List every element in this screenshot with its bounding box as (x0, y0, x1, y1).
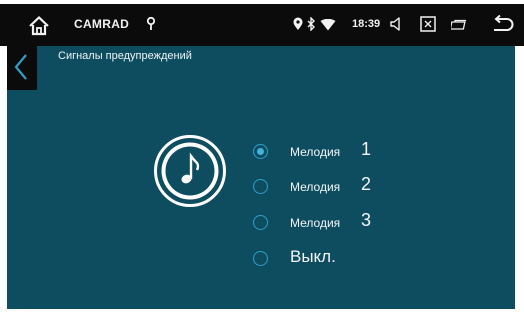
window-icon[interactable] (449, 18, 467, 30)
screen: CAMRAD 18:39 Сигналы предупреждений Мело… (0, 0, 524, 315)
location-icon (145, 16, 157, 32)
radio-button[interactable] (253, 251, 268, 266)
back-arrow-icon (14, 54, 27, 80)
option-label: Мелодия (290, 180, 341, 194)
option-label: Мелодия (290, 145, 341, 159)
bluetooth-icon (307, 16, 316, 32)
volume-icon[interactable] (389, 16, 405, 32)
radio-button[interactable] (253, 215, 268, 230)
option-label: Выкл. (290, 247, 336, 266)
wifi-icon (320, 18, 336, 31)
option-off[interactable]: Выкл. (250, 244, 430, 272)
music-note-icon (153, 134, 227, 208)
gps-icon (293, 17, 303, 31)
screenshot-icon[interactable] (420, 16, 436, 32)
clock: 18:39 (352, 18, 381, 30)
option-melody-3[interactable]: Мелодия 3 (250, 208, 430, 236)
page-title: Сигналы предупреждений (58, 50, 192, 62)
back-button[interactable] (7, 44, 37, 90)
option-label: Мелодия (290, 216, 341, 230)
home-icon[interactable] (28, 15, 50, 37)
option-number: 1 (361, 139, 372, 159)
radio-button[interactable] (253, 179, 268, 194)
status-bar: CAMRAD 18:39 (0, 4, 524, 46)
option-melody-1[interactable]: Мелодия 1 (250, 137, 430, 165)
option-melody-2[interactable]: Мелодия 2 (250, 172, 430, 200)
option-number: 3 (361, 210, 372, 230)
option-number: 2 (361, 174, 372, 194)
app-name: CAMRAD (74, 17, 130, 31)
return-icon[interactable] (491, 14, 515, 35)
radio-button[interactable] (253, 144, 268, 159)
